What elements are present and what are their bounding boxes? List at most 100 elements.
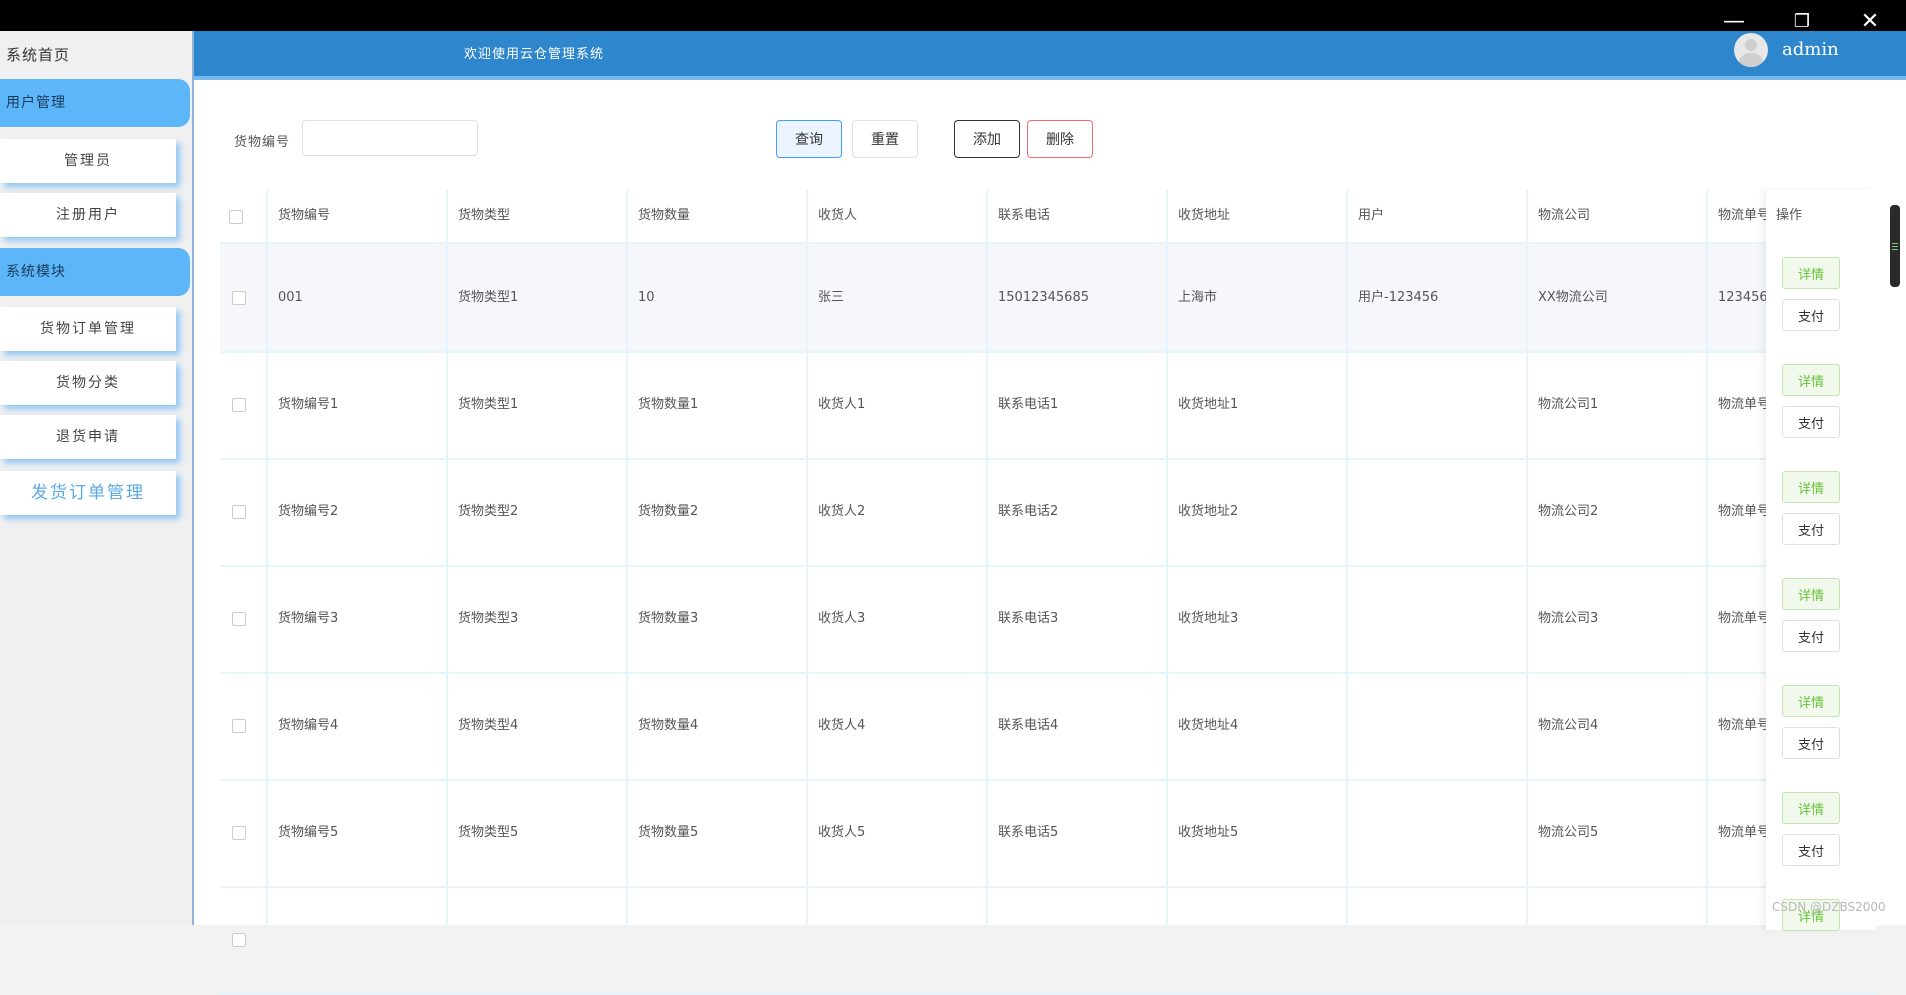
table-cell <box>1348 672 1528 779</box>
table-cell: 物流公司4 <box>1538 718 1599 733</box>
actions-column: 操作 详情 支付 详情 支付 详情 支付 详情 支付 详情 支付 详情 支付 详情 <box>1766 190 1876 931</box>
table-cell: 收货人2 <box>818 504 866 519</box>
table-cell <box>1168 886 1348 993</box>
table-cell: 收货地址5 <box>1178 825 1239 840</box>
table-cell: 123456 <box>1718 290 1768 305</box>
table-cell: 收货人3 <box>818 611 866 626</box>
table-cell: 10 <box>638 290 655 305</box>
column-header: 货物数量 <box>638 208 691 223</box>
row-checkbox[interactable] <box>232 826 246 840</box>
table-cell <box>808 886 988 993</box>
table-cell: 货物数量5 <box>638 825 699 840</box>
column-header: 联系电话 <box>998 208 1051 223</box>
table-cell: 收货地址4 <box>1178 718 1239 733</box>
user-menu[interactable]: admin <box>1698 31 1906 77</box>
sidebar-item-goods-orders[interactable]: 货物订单管理 <box>0 307 176 351</box>
table-cell <box>1348 779 1528 886</box>
pay-button[interactable]: 支付 <box>1782 620 1840 652</box>
table-cell: 上海市 <box>1178 290 1218 305</box>
delete-button[interactable]: 删除 <box>1027 120 1093 158</box>
row-checkbox[interactable] <box>232 612 246 626</box>
sidebar-item-returns[interactable]: 退货申请 <box>0 415 176 459</box>
table-cell: 货物数量3 <box>638 611 699 626</box>
sidebar-item-home[interactable]: 系统首页 <box>6 44 70 65</box>
sidebar-group-system-module[interactable]: 系统模块 <box>0 248 190 296</box>
table-row[interactable]: 货物编号5 货物类型5 货物数量5 收货人5 联系电话5 收货地址5 物流公司5 物流单号5 <box>220 779 1876 888</box>
table-row[interactable]: 货物编号2 货物类型2 货物数量2 收货人2 联系电话2 收货地址2 物流公司2 物流单号2 <box>220 458 1876 567</box>
table-cell: 收货地址1 <box>1178 397 1239 412</box>
pay-button[interactable]: 支付 <box>1782 406 1840 438</box>
row-checkbox[interactable] <box>232 933 246 947</box>
sidebar-item-shipping-orders[interactable]: 发货订单管理 <box>0 471 176 515</box>
table-row[interactable]: 货物编号1 货物类型1 货物数量1 收货人1 联系电话1 收货地址1 物流公司1 物流单号1 <box>220 351 1876 460</box>
table-cell <box>1348 565 1528 672</box>
vertical-scrollbar[interactable] <box>1890 205 1900 287</box>
table-cell: 联系电话5 <box>998 825 1059 840</box>
add-button[interactable]: 添加 <box>954 120 1020 158</box>
table-cell: 货物数量4 <box>638 718 699 733</box>
table-cell <box>988 886 1168 993</box>
avatar-icon[interactable] <box>1734 33 1768 67</box>
table-cell: 货物编号3 <box>278 611 339 626</box>
detail-button[interactable]: 详情 <box>1782 471 1840 503</box>
watermark: CSDN @DZBS2000 <box>1772 900 1886 914</box>
goods-id-search-input[interactable] <box>302 120 478 156</box>
sidebar-item-registered-users[interactable]: 注册用户 <box>0 193 176 237</box>
column-header: 物流单号 <box>1718 208 1771 223</box>
window-titlebar: — ❐ ✕ <box>0 0 1906 34</box>
header-title: 欢迎使用云仓管理系统 <box>464 47 605 62</box>
table-cell: 物流公司1 <box>1538 397 1599 412</box>
reset-button[interactable]: 重置 <box>852 120 918 158</box>
select-all-checkbox[interactable] <box>229 210 243 224</box>
table-row[interactable]: 001 货物类型1 10 张三 15012345685 上海市 用户-123456 XX物流公… <box>220 244 1876 353</box>
sidebar: 系统首页 用户管理 管理员 注册用户 系统模块 货物订单管理 货物分类 退货申请… <box>0 31 194 925</box>
table-cell: 收货人1 <box>818 397 866 412</box>
sidebar-group-user-management[interactable]: 用户管理 <box>0 79 190 127</box>
table-cell: 物流公司2 <box>1538 504 1599 519</box>
detail-button[interactable]: 详情 <box>1782 257 1840 289</box>
table-cell: 货物数量2 <box>638 504 699 519</box>
detail-button[interactable]: 详情 <box>1782 578 1840 610</box>
username[interactable]: admin <box>1782 39 1839 60</box>
detail-button[interactable]: 详情 <box>1782 685 1840 717</box>
main-content: 货物编号 查询 重置 添加 删除 货物编号 货物类型 货物数量 收货人 联系电话 收货地址… <box>194 76 1906 995</box>
sidebar-item-admin[interactable]: 管理员 <box>0 139 176 183</box>
column-header: 物流公司 <box>1538 208 1591 223</box>
table-cell <box>268 886 448 993</box>
table-row[interactable] <box>220 886 1876 995</box>
table-row[interactable]: 货物编号4 货物类型4 货物数量4 收货人4 联系电话4 收货地址4 物流公司4 物流单号4 <box>220 672 1876 781</box>
table-cell: 物流单号2 <box>1718 504 1768 519</box>
table-cell: XX物流公司 <box>1538 290 1608 305</box>
pay-button[interactable]: 支付 <box>1782 513 1840 545</box>
table-cell: 货物编号2 <box>278 504 339 519</box>
table-cell: 001 <box>278 290 303 305</box>
table-cell: 物流公司5 <box>1538 825 1599 840</box>
table-cell: 联系电话3 <box>998 611 1059 626</box>
table-cell: 联系电话4 <box>998 718 1059 733</box>
detail-button[interactable]: 详情 <box>1782 364 1840 396</box>
table-cell <box>1528 886 1708 993</box>
table-row[interactable]: 货物编号3 货物类型3 货物数量3 收货人3 联系电话3 收货地址3 物流公司3 物流单号3 <box>220 565 1876 674</box>
detail-button[interactable]: 详情 <box>1782 792 1840 824</box>
table-cell: 货物编号5 <box>278 825 339 840</box>
query-button[interactable]: 查询 <box>776 120 842 158</box>
row-checkbox[interactable] <box>232 398 246 412</box>
column-header: 收货人 <box>818 208 858 223</box>
column-header: 货物类型 <box>458 208 511 223</box>
pay-button[interactable]: 支付 <box>1782 727 1840 759</box>
sidebar-item-goods-category[interactable]: 货物分类 <box>0 361 176 405</box>
pay-button[interactable]: 支付 <box>1782 299 1840 331</box>
table-cell: 联系电话2 <box>998 504 1059 519</box>
column-header: 收货地址 <box>1178 208 1231 223</box>
row-checkbox[interactable] <box>232 719 246 733</box>
top-header: 欢迎使用云仓管理系统 <box>194 31 1906 76</box>
row-checkbox[interactable] <box>232 505 246 519</box>
table-cell: 货物编号4 <box>278 718 339 733</box>
table-cell: 货物类型3 <box>458 611 519 626</box>
table-cell: 货物编号1 <box>278 397 339 412</box>
table-cell: 张三 <box>818 290 845 305</box>
table-cell: 货物类型2 <box>458 504 519 519</box>
pay-button[interactable]: 支付 <box>1782 834 1840 866</box>
row-checkbox[interactable] <box>232 291 246 305</box>
table-cell <box>448 886 628 993</box>
